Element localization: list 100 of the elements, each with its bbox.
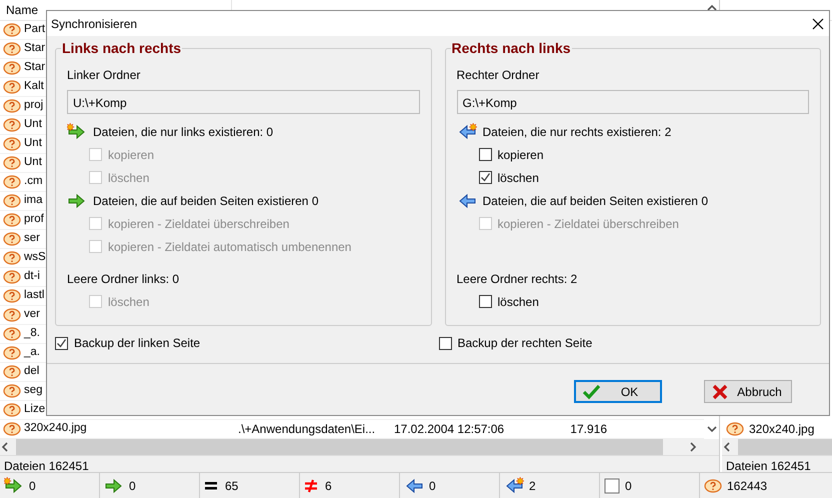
file-name: ima [24,193,43,208]
status-count: 0 [129,478,136,494]
blank-square-icon [604,478,620,494]
file-name: .cm [24,174,43,190]
file-path: .\+Anwendungsdaten\Ei... [237,421,376,438]
checkbox[interactable] [438,336,452,350]
scrollbar-thumb[interactable] [16,439,663,455]
file-name: ser [24,231,40,246]
left-arrow-icon [404,477,424,494]
file-date: 17.02.2004 12:57:06 [393,421,506,438]
status-count: 65 [225,478,238,494]
question-icon [3,384,21,398]
question-icon [3,80,21,94]
status-count: 0 [429,478,436,494]
file-name: Star [24,60,46,76]
checkbox-label: kopieren [108,146,154,164]
checkbox-label: löschen [498,294,539,310]
file-name: Unt [24,136,42,152]
question-icon [3,137,21,151]
question-icon [3,23,21,37]
right-arrow-icon [104,477,124,494]
folder-field[interactable]: U:\+Komp [67,90,420,114]
question-icon [3,346,21,360]
section-label: Dateien, die nur links existieren: 0 [93,124,274,140]
question-icon [3,327,21,341]
new-right-arrow-icon [67,123,87,140]
file-name: Kalt [24,79,44,94]
file-name: 320x240.jpg [749,421,814,438]
checkbox[interactable] [478,171,492,184]
question-icon [3,422,21,436]
checkbox[interactable] [478,295,492,308]
close-icon[interactable] [811,16,825,30]
question-icon [726,422,744,436]
section-label: Leere Ordner links: 0 [67,270,180,288]
check-icon [582,383,601,400]
question-icon [3,270,21,284]
question-icon [3,99,21,113]
checkbox-label: Backup der linken Seite [74,335,200,352]
question-icon [3,175,21,189]
question-icon [3,156,21,170]
checkbox[interactable] [478,148,492,161]
question-icon [3,251,21,265]
file-name: 320x240.jpg [24,421,87,436]
file-name: dt-i [24,269,40,284]
question-icon [3,365,21,379]
ok-button[interactable]: OK [574,380,662,403]
scrollbar-thumb[interactable] [738,439,832,455]
status-count: 2 [529,478,536,494]
new-left-arrow-icon [504,477,524,494]
file-name: ver [24,307,40,322]
status-count: 6 [325,478,332,494]
question-icon [3,232,21,246]
status-count: 0 [625,478,632,494]
folder-field[interactable]: G:\+Komp [456,90,809,114]
question-icon [3,289,21,303]
cancel-button[interactable]: Abbruch [704,380,792,403]
section-label: Dateien, die nur rechts existieren: 2 [482,124,672,140]
new-right-arrow-icon [4,477,24,494]
checkbox-label: löschen [498,170,539,186]
file-name: Part [24,22,46,38]
checkbox-label: löschen [108,294,150,310]
question-icon [3,61,21,75]
left-arrow-icon [456,192,476,209]
file-name: _a. [24,345,40,360]
cross-icon [711,383,730,400]
not-equal-icon [304,478,320,492]
section-label: Leere Ordner rechts: 2 [456,270,578,288]
question-icon [3,403,21,417]
file-name: proj [24,98,44,114]
checkbox-label: kopieren - Zieldatei automatisch umbenennen [108,238,352,256]
file-size: 17.916 [569,421,608,438]
right-arrow-icon [67,192,87,209]
status-count: 162443 [727,478,768,494]
question-icon [704,478,722,492]
file-name: Star [24,41,46,56]
file-count: Dateien 162451 [722,455,832,472]
file-name: seg [24,383,43,398]
section-label: Dateien, die auf beiden Seiten existieren 0 [482,192,708,210]
question-icon [3,194,21,208]
file-name: lastl [24,288,44,304]
file-name: _8. [24,326,40,342]
field-label: Rechter Ordner [456,67,540,84]
file-name: wsS [24,250,46,266]
file-name: Lize [24,402,46,418]
file-name: del [24,364,40,380]
question-icon [3,308,21,322]
checkbox-label: löschen [108,170,150,186]
checkbox-label: kopieren - Zieldatei überschreiben [108,216,290,232]
question-icon [3,213,21,227]
checkbox[interactable] [55,336,68,350]
checkbox-label: kopieren [498,146,544,164]
dialog-title: Synchronisieren [51,16,138,32]
question-icon [3,118,21,132]
file-count: Dateien 162451 [0,455,719,472]
section-label: Dateien, die auf beiden Seiten existieren 0 [93,192,318,210]
checkbox-label: Backup der rechten Seite [458,335,592,352]
file-name: Unt [24,117,42,132]
question-icon [3,42,21,56]
status-count: 0 [29,478,36,494]
new-left-arrow-icon [456,123,476,140]
